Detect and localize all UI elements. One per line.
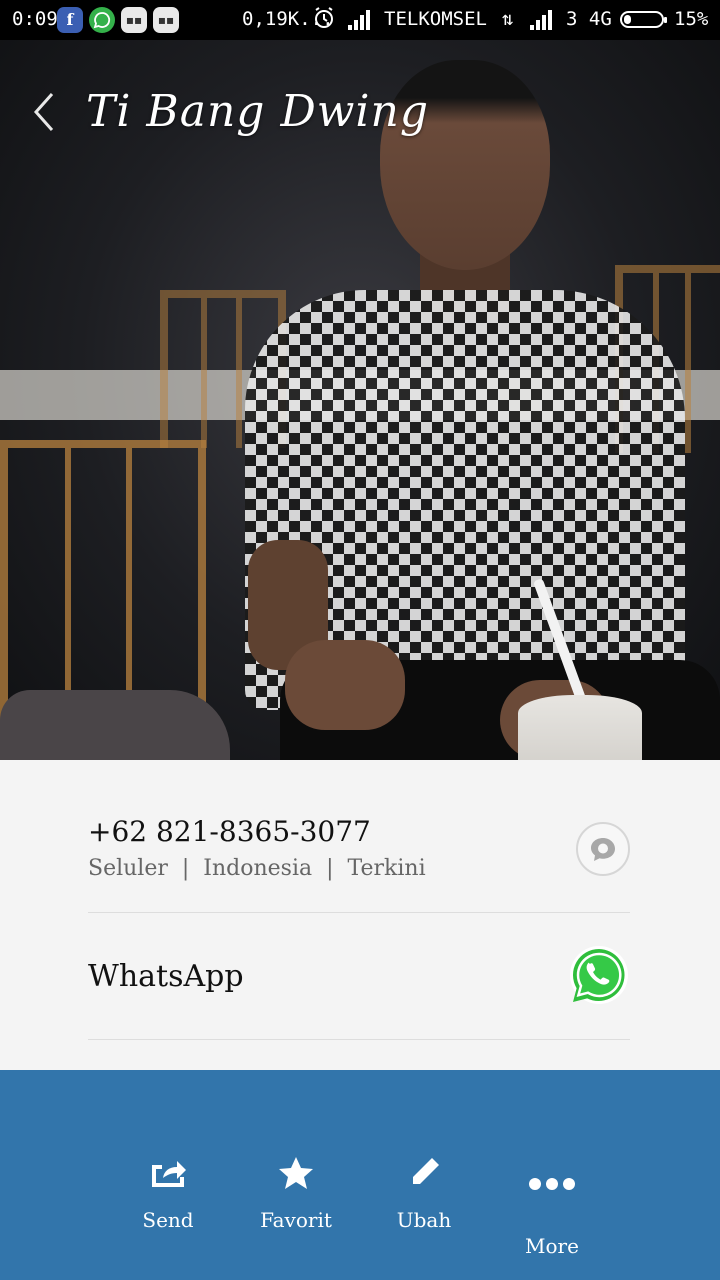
battery-level: 15% [674,8,709,30]
phone-region: Indonesia [203,856,313,881]
status-bar: 0:09 f ▪▪ ▪▪ 0,19K... TELKOMSEL ⇅ 3 4G 1… [0,0,720,40]
signal-icon [348,10,374,30]
battery-icon [620,11,667,28]
whatsapp-icon [570,946,628,1004]
star-icon [279,1157,313,1189]
edit-label: Ubah [396,1208,452,1232]
favorite-button[interactable]: Favorit [256,1156,336,1232]
message-button[interactable] [576,822,630,876]
phone-row[interactable]: +62 821-8365-3077 Seluler | Indonesia | Terk… [88,760,630,913]
pencil-icon [413,1158,439,1184]
contact-details: +62 821-8365-3077 Seluler | Indonesia | Terk… [0,760,720,1070]
edit-button[interactable]: Ubah [384,1156,464,1232]
facebook-icon: f [57,7,83,33]
more-label: More [525,1234,579,1258]
send-label: Send [142,1208,194,1232]
network-type: 3 4G [566,8,612,30]
status-time: 0:09 [12,8,58,30]
signal-icon [530,10,556,30]
whatsapp-label: WhatsApp [88,959,244,994]
favorite-label: Favorit [260,1208,332,1232]
phone-number[interactable]: +62 821-8365-3077 [88,815,371,848]
carrier-name: TELKOMSEL [384,8,487,30]
back-button[interactable] [28,88,62,136]
contact-photo [0,40,720,760]
whatsapp-icon [89,7,115,33]
more-button[interactable]: More [512,1174,592,1258]
message-icon [591,838,615,861]
send-button[interactable]: Send [128,1156,208,1232]
more-dots-icon [529,1178,575,1190]
action-bar: Send Favorit Ubah More [0,1070,720,1280]
whatsapp-row[interactable]: WhatsApp [88,913,630,1040]
bbm-icon: ▪▪ [153,7,179,33]
share-icon [152,1161,186,1187]
contact-name: Ti Bang Dwing [86,86,429,137]
whatsapp-button[interactable] [568,945,630,1007]
alarm-icon [313,6,335,35]
phone-meta: Seluler | Indonesia | Terkini [88,856,426,881]
phone-type: Seluler [88,856,168,881]
data-arrows-icon: ⇅ [502,8,514,30]
chevron-left-icon [33,93,54,131]
bbm-icon: ▪▪ [121,7,147,33]
phone-recency: Terkini [347,856,426,881]
